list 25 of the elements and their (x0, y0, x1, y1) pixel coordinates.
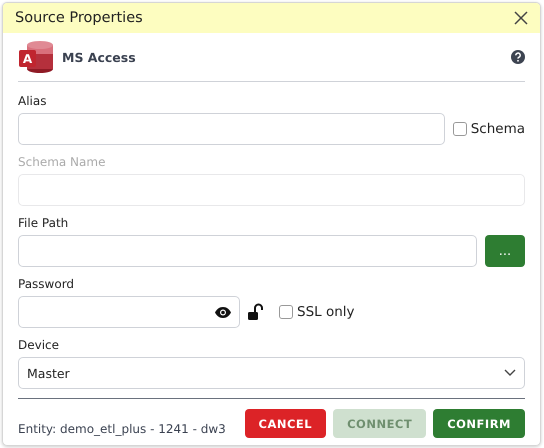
chevron-down-icon[interactable] (504, 369, 516, 377)
input-field[interactable] (18, 296, 240, 328)
field-label: Device (18, 338, 60, 353)
help-icon[interactable] (511, 50, 525, 64)
action-button[interactable]: CANCEL (244, 409, 326, 438)
window-title: Source Properties (15, 10, 143, 26)
input-field[interactable] (18, 113, 445, 145)
eye-icon[interactable] (215, 306, 231, 318)
checkbox-label: SSL only (297, 304, 355, 320)
field-label: Password (18, 277, 76, 292)
input-field[interactable]: Master (18, 357, 525, 389)
unlocked-icon[interactable] (248, 303, 263, 321)
action-button[interactable]: CONFIRM (433, 409, 525, 438)
browse-button[interactable]: ... (485, 235, 525, 267)
checkbox-label: Schema (470, 121, 525, 137)
checkbox[interactable] (279, 305, 293, 319)
checkbox[interactable] (452, 122, 467, 136)
select-value: Master (27, 366, 71, 380)
entity-label: Entity: demo_etl_plus - 1241 - dw3 (18, 422, 226, 436)
input-field[interactable] (18, 235, 477, 267)
field-label: Schema Name (18, 155, 106, 170)
source-name: MS Access (62, 50, 137, 64)
close-icon[interactable] (514, 11, 528, 25)
field-label: File Path (18, 216, 70, 231)
field-label: Alias (18, 94, 48, 109)
